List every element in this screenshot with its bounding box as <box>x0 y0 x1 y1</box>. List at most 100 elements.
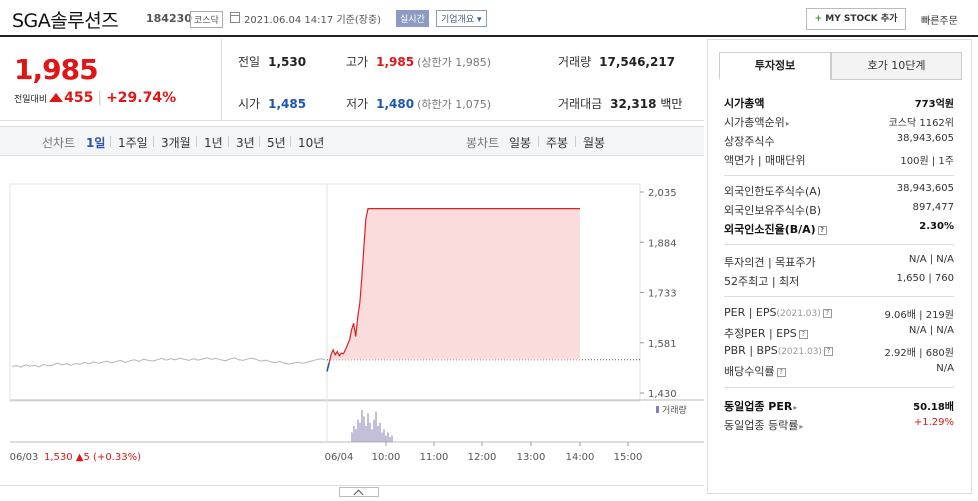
x-tick-label: 11:00 <box>420 452 449 463</box>
cap-rank-text: 시가총액순위 <box>724 116 785 129</box>
change-pct: +29.74% <box>106 90 177 106</box>
per-label: PER | EPS(2021.03)? <box>724 306 832 319</box>
prev-close-cell: 전일 1,530 <box>238 53 306 70</box>
tab-separator <box>290 136 291 147</box>
cap-rank-value: 코스닥 1162위 <box>888 118 954 129</box>
company-overview-button[interactable]: 기업개요 ▾ <box>436 10 487 27</box>
pbr-value: 2.92배 | 680원 <box>884 348 954 359</box>
high-label: 고가 <box>346 55 369 69</box>
tab-separator <box>575 136 576 147</box>
dividend-label: 배당수익률? <box>724 363 786 379</box>
y-tick-label: 1,581 <box>648 339 677 350</box>
chart-collapse-button[interactable] <box>339 487 379 497</box>
basis-label: 기준(장중) <box>336 15 382 26</box>
company-name: SGA솔루션즈 <box>12 10 119 32</box>
arrow-right-icon[interactable]: ▸ <box>799 422 803 431</box>
tab-monthly-candle[interactable]: 월봉 <box>583 134 605 151</box>
low-value: 1,480 <box>376 97 415 111</box>
per-row: PER | EPS(2021.03)? 9.06배 | 219원 <box>724 306 954 322</box>
tab-separator <box>259 136 260 147</box>
help-icon[interactable]: ? <box>823 347 833 356</box>
volume-label: 거래량 <box>558 55 592 69</box>
tab-10year[interactable]: 10년 <box>298 134 324 151</box>
tab-order-book[interactable]: 호가 10단계 <box>831 52 962 80</box>
low-label: 저가 <box>346 97 369 111</box>
y-tick-label: 1,733 <box>648 289 677 300</box>
overview-label: 기업개요 <box>441 15 475 25</box>
shares-row: 상장주식수 38,943,605 <box>724 133 954 149</box>
arrow-right-icon[interactable]: ▸ <box>793 403 797 412</box>
amount-value: 32,318 <box>610 97 657 111</box>
help-icon[interactable]: ? <box>817 226 827 235</box>
face-value-row: 액면가 | 매매단위 100원 | 1주 <box>724 152 954 168</box>
help-icon[interactable]: ? <box>776 368 786 377</box>
live-badge[interactable]: 실시간 <box>396 10 429 27</box>
price-chart[interactable]: 2,035 1,884 1,733 1,581 1,430 거래량 06/03 06/04 10… <box>0 160 704 490</box>
week52-value: 1,650 | 760 <box>896 273 954 284</box>
face-value: 100원 | 1주 <box>900 156 954 167</box>
x-tick-label: 12:00 <box>468 452 497 463</box>
volume-legend-label: 거래량 <box>662 404 687 416</box>
foreign-hold-label: 외국인보유주식수(B) <box>724 204 822 217</box>
y-tick-label: 1,884 <box>648 238 677 249</box>
panel-divider <box>724 244 954 245</box>
foreign-ratio-text: 외국인소진율(B/A) <box>724 223 816 236</box>
arrow-right-icon[interactable]: ▸ <box>786 119 790 128</box>
open-cell: 시가 1,485 <box>238 95 306 112</box>
quick-order-button[interactable]: 빠른주문 <box>921 12 958 27</box>
tab-1year[interactable]: 1년 <box>204 134 223 151</box>
market-cap-value: 773억원 <box>914 99 954 110</box>
prev-day-line <box>11 357 326 368</box>
volume-value: 17,546,217 <box>599 55 676 69</box>
per-period: (2021.03) <box>776 309 821 319</box>
tab-investment-info[interactable]: 투자정보 <box>719 52 831 80</box>
panel-divider <box>724 387 954 388</box>
market-cap-row: 시가총액 773억원 <box>724 95 954 111</box>
tab-daily-candle[interactable]: 일봉 <box>509 134 531 151</box>
tab-separator <box>196 136 197 147</box>
change-label: 전일대비 <box>14 95 48 105</box>
tab-separator <box>228 136 229 147</box>
help-icon[interactable]: ? <box>798 330 808 339</box>
x-tick-label: 13:00 <box>517 452 546 463</box>
price-chart-svg: 2,035 1,884 1,733 1,581 1,430 거래량 06/03 06/04 10… <box>9 183 704 463</box>
tab-1day[interactable]: 1일 <box>86 134 105 151</box>
tab-3month[interactable]: 3개월 <box>161 134 191 151</box>
chart-bottom-border <box>0 485 704 486</box>
prev-value: 1,530 <box>268 55 307 69</box>
pbr-row: PBR | BPS(2021.03)? 2.92배 | 680원 <box>724 344 954 360</box>
calendar-icon <box>230 12 240 23</box>
tab-3year[interactable]: 3년 <box>236 134 255 151</box>
up-arrow-icon <box>49 93 64 102</box>
help-icon[interactable]: ? <box>822 309 832 318</box>
tab-5year[interactable]: 5년 <box>267 134 286 151</box>
foreign-hold-value: 897,477 <box>912 202 954 213</box>
divider <box>221 39 222 121</box>
high-cell: 고가 1,985 (상한가 1,985) <box>346 53 491 70</box>
line-chart-label: 선차트 <box>42 136 76 150</box>
my-stock-label: MY STOCK 추가 <box>825 14 898 24</box>
tab-1week[interactable]: 1주일 <box>118 134 148 151</box>
low-cell: 저가 1,480 (하한가 1,075) <box>346 95 491 112</box>
opinion-row: 투자의견 | 목표주가 N/A | N/A <box>724 254 954 270</box>
open-value: 1,485 <box>268 97 307 111</box>
pbr-text: PBR | BPS <box>724 344 778 357</box>
chevron-down-icon: ▾ <box>477 15 482 25</box>
sector-rate-row: 동일업종 등락률▸ +1.29% <box>724 417 954 433</box>
week52-label: 52주최고 | 최저 <box>724 275 800 288</box>
foreign-ratio-value: 2.30% <box>919 221 954 232</box>
per-value: 9.06배 | 219원 <box>884 310 954 321</box>
datetime-value: 2021.06.04 14:17 <box>244 15 334 26</box>
current-price: 1,985 <box>14 53 99 86</box>
candle-chart-label: 봉차트 <box>466 136 500 150</box>
week52-row: 52주최고 | 최저 1,650 | 760 <box>724 273 954 289</box>
tab-separator <box>110 136 111 147</box>
my-stock-add-button[interactable]: + MY STOCK 추가 <box>806 8 906 30</box>
volume-legend-swatch <box>656 406 659 413</box>
stock-code: 184230 <box>146 12 192 25</box>
high-value: 1,985 <box>376 55 415 69</box>
prev-day-info: 1,530 ▲5 (+0.33%) <box>44 452 141 463</box>
tab-weekly-candle[interactable]: 주봉 <box>546 134 568 151</box>
opinion-label: 투자의견 | 목표주가 <box>724 256 816 269</box>
pbr-period: (2021.03) <box>777 347 822 357</box>
